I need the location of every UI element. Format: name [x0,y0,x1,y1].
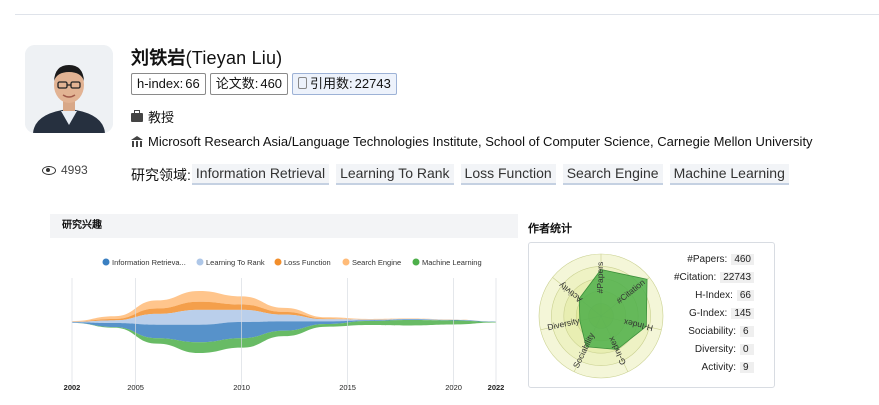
affiliation-row: Microsoft Research Asia/Language Technol… [131,134,813,149]
stat-row: Sociability: 6 [674,322,754,340]
stat-label: G-Index: [688,307,728,319]
stat-label: Diversity: [694,343,736,355]
metric-badges: h-index: 66 论文数: 460 引用数: 22743 [131,73,397,95]
field-tag[interactable]: Machine Learning [669,164,789,185]
stat-value: 0 [740,343,754,355]
stat-row: H-Index: 66 [674,286,754,304]
research-interests-title: 研究兴趣 [50,214,518,238]
research-interests-panel: 研究兴趣 Information Retrieva... Learning To … [50,214,518,392]
x-tick-label: 2002 [64,383,81,392]
papers-value: 460 [260,76,283,91]
legend-marker [412,258,420,266]
hindex-value: 66 [185,76,200,91]
stat-label: H-Index: [695,289,733,301]
field-tag[interactable]: Learning To Rank [336,164,454,185]
top-divider [15,14,879,15]
person-portrait-icon [25,45,113,133]
stat-row: #Citation: 22743 [674,268,754,286]
stat-value: 66 [736,289,754,301]
legend-label: Search Engine [352,258,401,267]
legend-label: Information Retrieva... [112,258,186,267]
briefcase-icon [131,110,143,122]
research-fields: 研究领域: Information Retrieval Learning To … [131,164,796,185]
citations-value: 22743 [354,76,391,91]
legend-marker [342,258,350,266]
stat-label: Activity: [701,361,736,373]
author-name-cn: 刘铁岩 [131,48,186,68]
author-stats-title: 作者统计 [528,223,572,235]
hindex-badge: h-index: 66 [131,73,206,95]
research-interests-chart: Information Retrieva... Learning To Rank L… [64,258,505,392]
stat-row: #Papers: 460 [674,250,754,268]
legend-marker [102,258,110,266]
eye-icon [42,165,56,175]
stat-label: #Citation: [674,271,717,283]
stat-value: 9 [740,361,754,373]
legend-label: Loss Function [284,258,331,267]
institution-icon [131,136,143,147]
view-count-value: 4993 [61,163,88,177]
author-name: 刘铁岩(Tieyan Liu) [131,44,282,70]
stat-row: Activity: 9 [674,358,754,376]
stat-row: G-Index: 145 [674,304,754,322]
hindex-label: h-index: [137,76,184,91]
stat-value: 460 [731,253,754,265]
avatar [25,45,113,133]
field-tag[interactable]: Loss Function [460,164,556,185]
legend-marker [196,258,204,266]
x-tick-label: 2020 [445,383,462,392]
fields-label: 研究领域: [131,166,191,183]
field-tag[interactable]: Search Engine [562,164,663,185]
position-title: 教授 [148,110,175,125]
stat-row: Diversity: 0 [674,340,754,358]
stat-value: 6 [740,325,754,337]
legend-marker [274,258,282,266]
stat-value: 145 [731,307,754,319]
citations-label: 引用数: [310,76,353,91]
papers-badge: 论文数: 460 [209,73,289,95]
quote-icon [298,77,308,89]
x-tick-label: 2022 [488,383,505,392]
papers-label: 论文数: [215,76,259,91]
author-name-en: (Tieyan Liu) [185,48,283,68]
view-count: 4993 [42,163,88,177]
radar-axis-label: #Papers [595,262,605,294]
affiliation-text: Microsoft Research Asia/Language Technol… [148,134,813,149]
position-row: 教授 [131,107,174,126]
stat-label: Sociability: [688,325,736,337]
field-tag[interactable]: Information Retrieval [191,164,330,185]
legend-label: Machine Learning [422,258,482,267]
author-radar-chart: #Papers #CitationH-IndexG-IndexSociabilit… [538,253,664,379]
x-tick-label: 2015 [339,383,356,392]
author-stats-list: #Papers: 460 #Citation: 22743 H-Index: 66 G-In… [674,250,754,376]
stat-value: 22743 [720,271,754,283]
x-tick-label: 2005 [127,383,144,392]
stat-label: #Papers: [687,253,728,265]
citations-badge[interactable]: 引用数: 22743 [292,73,397,95]
legend-label: Learning To Rank [206,258,265,267]
x-tick-label: 2010 [233,383,250,392]
